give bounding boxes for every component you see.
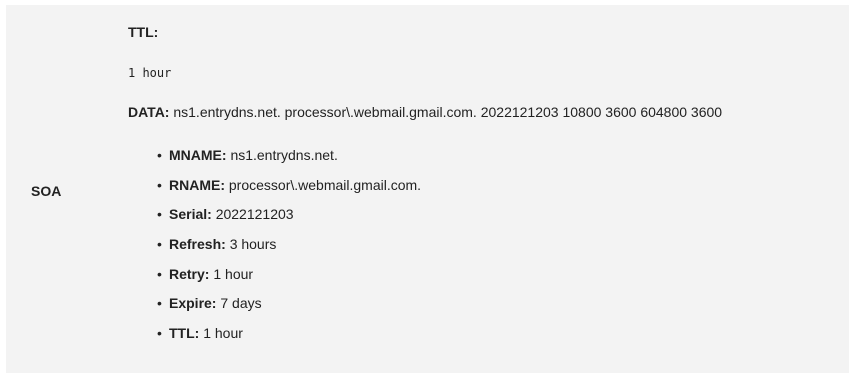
record-type-label: SOA (31, 183, 62, 199)
field-value: 3 hours (229, 236, 277, 253)
field-expire: • Expire: 7 days (128, 294, 421, 324)
field-retry: • Retry: 1 hour (128, 265, 421, 295)
field-ttl: • TTL: 1 hour (128, 324, 421, 354)
data-line: DATA: ns1.entrydns.net. processor\.webma… (128, 104, 722, 120)
field-label: Refresh: (169, 236, 226, 253)
field-value: ns1.entrydns.net. (230, 147, 338, 163)
bullet-icon: • (157, 147, 162, 163)
soa-record-panel: SOA TTL: 1 hour DATA: ns1.entrydns.net. … (6, 5, 849, 373)
field-label: TTL: (169, 325, 200, 342)
soa-fields-list: • MNAME: ns1.entrydns.net. • RNAME: proc… (128, 146, 421, 354)
field-serial: • Serial: 2022121203 (128, 205, 421, 235)
field-value: 1 hour (213, 265, 254, 282)
field-label: Retry: (169, 265, 210, 282)
field-mname: • MNAME: ns1.entrydns.net. (128, 146, 421, 176)
field-value: 1 hour (203, 325, 243, 342)
field-value: 7 days (220, 295, 262, 312)
field-label: RNAME: (169, 176, 225, 193)
bullet-icon: • (157, 206, 162, 223)
field-rname: • RNAME: processor\.webmail.gmail.com. (128, 176, 421, 206)
field-value: processor\.webmail.gmail.com. (228, 176, 422, 193)
bullet-icon: • (157, 176, 162, 193)
bullet-icon: • (157, 236, 162, 253)
field-label: Serial: (169, 206, 212, 223)
bullet-icon: • (157, 295, 162, 312)
ttl-value: 1 hour (128, 66, 172, 80)
data-label: DATA: (128, 104, 170, 120)
field-refresh: • Refresh: 3 hours (128, 235, 421, 265)
field-label: Expire: (169, 295, 217, 312)
field-value: 2022121203 (215, 206, 294, 223)
bullet-icon: • (157, 265, 162, 282)
ttl-label: TTL: (128, 24, 159, 40)
field-label: MNAME: (169, 147, 227, 163)
bullet-icon: • (157, 325, 162, 342)
data-value: ns1.entrydns.net. processor\.webmail.gma… (173, 104, 723, 120)
